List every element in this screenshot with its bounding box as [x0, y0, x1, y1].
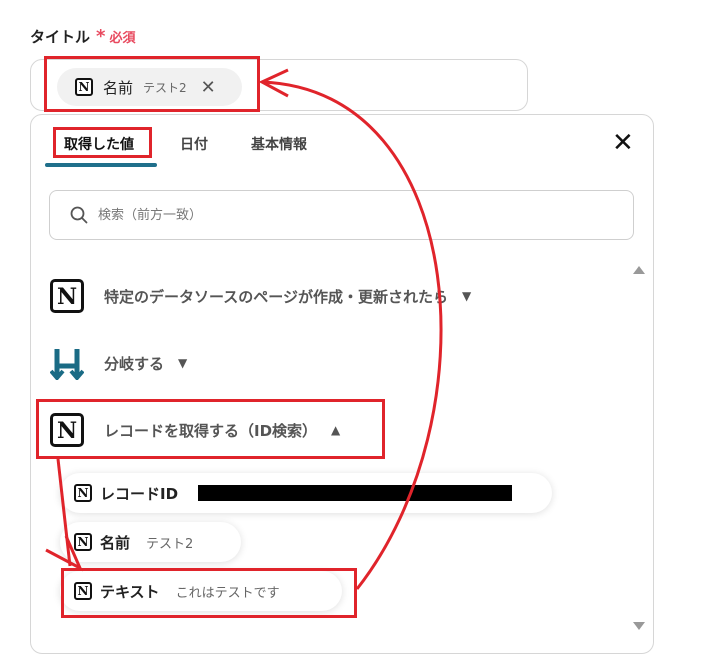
item-label: 名前 [100, 533, 131, 552]
item-value: テスト2 [146, 536, 194, 552]
section-trigger-page-updated[interactable]: N 特定のデータソースのページが作成・更新されたら ▼ [50, 279, 471, 313]
tab-date[interactable]: 日付 [180, 134, 208, 154]
scroll-up-arrow-icon[interactable] [633, 266, 645, 274]
selected-value-chip[interactable]: N 名前 テスト2 ✕ [57, 68, 242, 106]
notion-icon: N [50, 279, 84, 313]
notion-icon: N [74, 582, 92, 600]
redacted-value [198, 485, 513, 501]
section-label: 特定のデータソースのページが作成・更新されたら [104, 287, 448, 306]
required-star: * [96, 26, 106, 47]
notion-icon: N [74, 533, 92, 551]
scroll-down-arrow-icon[interactable] [633, 622, 645, 630]
chevron-up-icon: ▲ [331, 423, 341, 437]
list-item-record-id[interactable]: N レコードID [60, 473, 552, 513]
notion-icon: N [74, 484, 92, 502]
title-field-label: タイトル * 必須 [30, 26, 135, 47]
chevron-down-icon: ▼ [178, 356, 188, 370]
item-label: レコードID [100, 484, 179, 503]
notion-icon: N [50, 413, 84, 447]
item-label: テキスト [100, 582, 160, 601]
notion-icon: N [75, 78, 93, 96]
active-tab-indicator [45, 163, 157, 167]
branch-icon [50, 349, 84, 380]
chip-remove-icon[interactable]: ✕ [201, 77, 216, 98]
section-get-record[interactable]: N レコードを取得する（ID検索） ▲ [50, 413, 340, 447]
tab-acquired-values[interactable]: 取得した値 [64, 134, 134, 154]
section-branch[interactable]: 分岐する ▼ [50, 346, 187, 380]
list-item-text[interactable]: N テキスト これはテストです [60, 571, 342, 611]
search-input[interactable] [96, 206, 580, 224]
section-label: レコードを取得する（ID検索） [104, 421, 318, 440]
chip-value: テスト2 [143, 80, 187, 95]
search-box[interactable] [49, 190, 634, 240]
chip-name: 名前 [103, 78, 134, 97]
required-text: 必須 [109, 31, 136, 46]
item-value: これはテストです [175, 585, 280, 601]
search-icon [70, 206, 88, 224]
section-label: 分岐する [104, 354, 165, 373]
list-item-name[interactable]: N 名前 テスト2 [60, 522, 241, 562]
chevron-down-icon: ▼ [461, 289, 472, 303]
close-icon[interactable]: ✕ [612, 130, 634, 156]
tab-basic-info[interactable]: 基本情報 [251, 134, 307, 154]
field-label-text: タイトル [30, 28, 91, 46]
